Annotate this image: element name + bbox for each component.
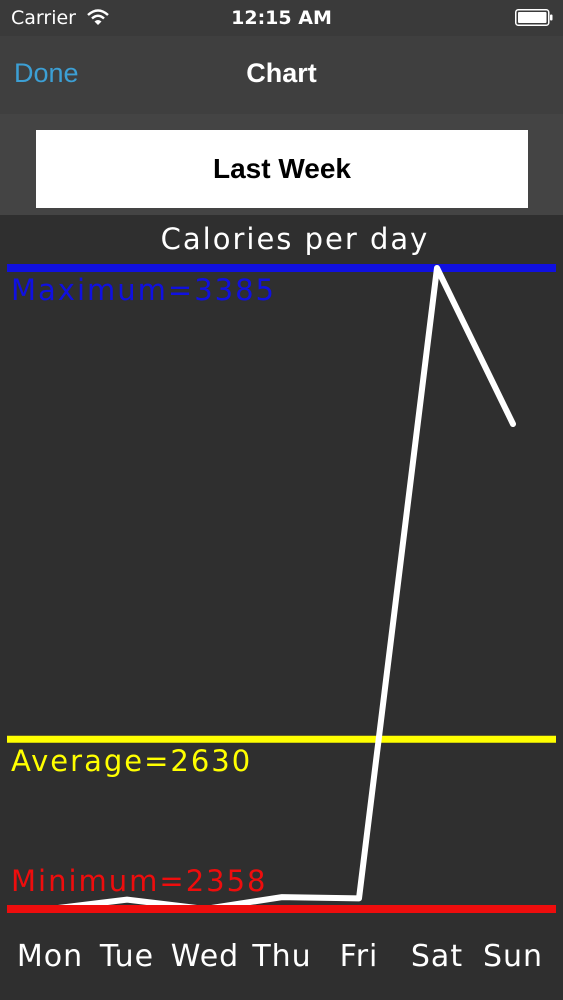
- x-axis-label: Thu: [251, 939, 311, 974]
- minimum-label: Minimum=2358: [11, 864, 268, 898]
- x-axis-label: Wed: [171, 939, 239, 974]
- x-axis-label: Mon: [17, 939, 83, 974]
- maximum-label: Maximum=3385: [11, 273, 276, 307]
- x-axis-labels: Mon Tue Wed Thu Fri Sat Sun: [17, 939, 543, 974]
- x-axis-label: Fri: [340, 939, 379, 974]
- x-axis-label: Sun: [483, 939, 543, 974]
- calories-series-line: [47, 265, 516, 912]
- x-axis-label: Tue: [99, 939, 154, 974]
- average-label: Average=2630: [11, 744, 252, 778]
- chart-title: Calories per day: [161, 222, 430, 256]
- calories-chart: Calories per day Maximum=3385 Average=26…: [7, 222, 556, 974]
- x-axis-label: Sat: [411, 939, 463, 974]
